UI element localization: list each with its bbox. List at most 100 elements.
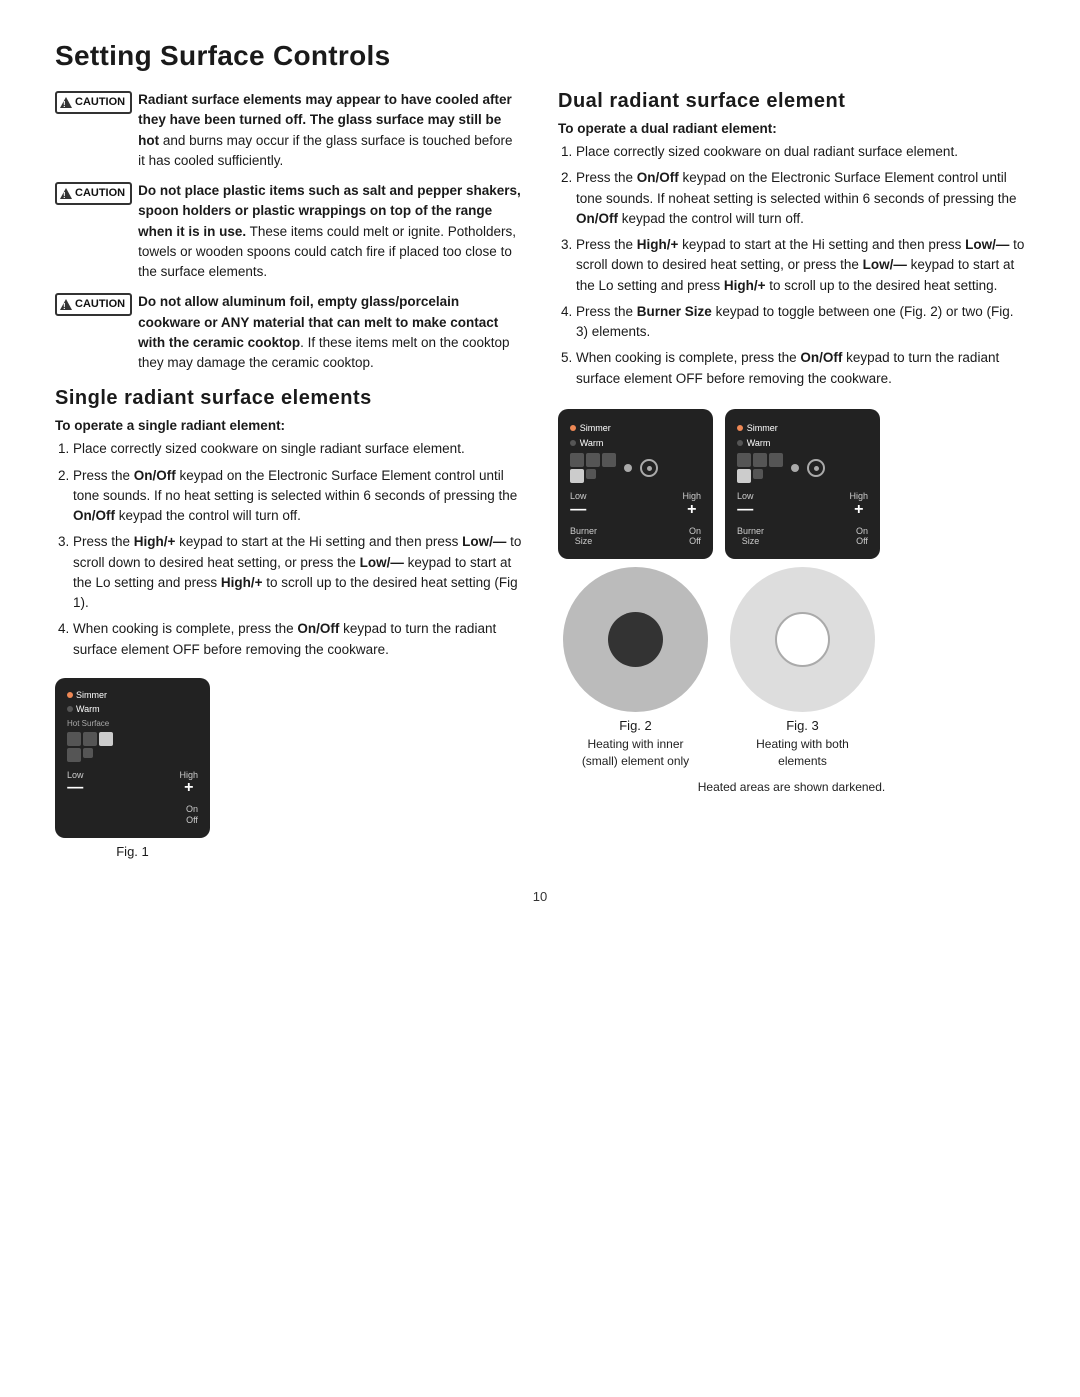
heat-sq-1 — [67, 732, 81, 746]
panel2-indicators: Simmer Warm — [570, 419, 701, 449]
warm-dot — [67, 706, 73, 712]
panel2-low-symbol: — — [570, 502, 586, 518]
dual-steps-list: Place correctly sized cookware on dual r… — [558, 142, 1025, 389]
p2-sq3 — [602, 453, 616, 467]
p2-sq5 — [586, 469, 596, 479]
warning-triangle-icon-3 — [60, 299, 72, 310]
high-symbol: + — [184, 780, 193, 796]
panel-bottom-row: OnOff — [67, 804, 198, 826]
panel3-burner-size-label: BurnerSize — [737, 526, 764, 548]
single-subheader: To operate a single radiant element: — [55, 418, 522, 433]
panel3-high-symbol: + — [854, 502, 863, 518]
dual-step-4: Press the Burner Size keypad to toggle b… — [576, 302, 1025, 343]
page-title: Setting Surface Controls — [55, 40, 1025, 72]
panel3-burner-size-button[interactable]: BurnerSize — [737, 526, 764, 548]
panel2-heat-row — [570, 453, 701, 483]
right-column: Dual radiant surface element To operate … — [558, 90, 1025, 859]
panel3-btn-row: Low — High + — [737, 491, 868, 518]
left-column: CAUTION Radiant surface elements may app… — [55, 90, 522, 859]
control-panel-fig2: Simmer Warm — [558, 409, 713, 559]
simmer-dot-3 — [737, 425, 743, 431]
panel2-high-symbol: + — [687, 502, 696, 518]
page-number: 10 — [55, 889, 1025, 904]
warm-dot-3 — [737, 440, 743, 446]
simmer-label-3: Simmer — [747, 423, 778, 433]
simmer-dot — [67, 692, 73, 698]
heat-sq-4 — [67, 748, 81, 762]
panel-buttons-row: Low — High + — [67, 770, 198, 797]
panel3-high-button[interactable]: High + — [849, 491, 868, 518]
panel3-indicators: Simmer Warm — [737, 419, 868, 449]
caution-text-1: Radiant surface elements may appear to h… — [138, 90, 522, 171]
p2-sq4-active — [570, 469, 584, 483]
fig2-burner-circle — [563, 567, 708, 712]
p3-sq2 — [753, 453, 767, 467]
heat-squares-group — [67, 732, 113, 762]
dual-figures-area: Simmer Warm — [558, 409, 1025, 770]
low-symbol: — — [67, 780, 83, 796]
dual-step-5: When cooking is complete, press the On/O… — [576, 348, 1025, 389]
panel3-burner-dot — [791, 464, 799, 472]
panel2-burner-size-button[interactable]: BurnerSize — [570, 526, 597, 548]
p3-sq4-active — [737, 469, 751, 483]
p3-sq1 — [737, 453, 751, 467]
caution-block-3: CAUTION Do not allow aluminum foil, empt… — [55, 292, 522, 373]
panel2-low-button[interactable]: Low — — [570, 491, 587, 518]
warning-triangle-icon-2 — [60, 188, 72, 199]
panel3-high-label: High — [849, 491, 868, 502]
panel-indicators: Simmer Warm — [67, 688, 198, 717]
heat-sq-5 — [83, 748, 93, 758]
single-steps-list: Place correctly sized cookware on single… — [55, 439, 522, 660]
dual-step-1: Place correctly sized cookware on dual r… — [576, 142, 1025, 162]
caution-badge-2: CAUTION — [55, 182, 132, 205]
fig3-burner-circle — [730, 567, 875, 712]
fig1-row: Simmer Warm Hot Surface — [55, 678, 522, 859]
panel2-on-off-label: OnOff — [689, 526, 701, 548]
control-panel-fig3: Simmer Warm — [725, 409, 880, 559]
p3-sq5 — [753, 469, 763, 479]
heat-sq-3-active — [99, 732, 113, 746]
simmer-label: Simmer — [76, 688, 107, 702]
single-step-2: Press the On/Off keypad on the Electroni… — [73, 466, 522, 527]
heat-icons-row — [67, 732, 198, 762]
panel3-on-off-label: OnOff — [856, 526, 868, 548]
fig2-pair: Simmer Warm — [558, 409, 713, 770]
caution-badge-1: CAUTION — [55, 91, 132, 114]
caution-badge-3: CAUTION — [55, 293, 132, 316]
panel2-btn-row: Low — High + — [570, 491, 701, 518]
simmer-label-2: Simmer — [580, 423, 611, 433]
panel2-low-label: Low — [570, 491, 587, 502]
high-button[interactable]: High + — [179, 770, 198, 797]
on-off-button[interactable]: OnOff — [186, 804, 198, 826]
on-off-label: OnOff — [186, 804, 198, 826]
panel3-heat-group — [737, 453, 783, 483]
single-step-4: When cooking is complete, press the On/O… — [73, 619, 522, 660]
single-step-3: Press the High/+ keypad to start at the … — [73, 532, 522, 613]
panel2-heat-group — [570, 453, 616, 483]
low-button[interactable]: Low — — [67, 770, 84, 797]
warm-label: Warm — [76, 702, 100, 716]
heated-note: Heated areas are shown darkened. — [558, 780, 1025, 794]
simmer-dot-2 — [570, 425, 576, 431]
panel3-low-button[interactable]: Low — — [737, 491, 754, 518]
panel2-bottom-row: BurnerSize OnOff — [570, 526, 701, 548]
dual-section-title: Dual radiant surface element — [558, 90, 1025, 113]
single-section-title: Single radiant surface elements — [55, 387, 522, 410]
dual-step-3: Press the High/+ keypad to start at the … — [576, 235, 1025, 296]
warm-label-3: Warm — [747, 438, 771, 448]
warning-triangle-icon — [60, 97, 72, 108]
panel3-on-off-button[interactable]: OnOff — [856, 526, 868, 548]
panel3-bottom-row: BurnerSize OnOff — [737, 526, 868, 548]
panel3-low-label: Low — [737, 491, 754, 502]
panel2-high-label: High — [682, 491, 701, 502]
panel2-high-button[interactable]: High + — [682, 491, 701, 518]
caution-text-3: Do not allow aluminum foil, empty glass/… — [138, 292, 522, 373]
fig2-desc: Heating with inner(small) element only — [582, 736, 689, 770]
fig3-pair: Simmer Warm — [725, 409, 880, 770]
panel2-burner-dot — [624, 464, 632, 472]
fig2-burner-inner — [608, 612, 663, 667]
panel3-low-symbol: — — [737, 502, 753, 518]
fig2-label: Fig. 2 — [619, 718, 652, 733]
panel2-on-off-button[interactable]: OnOff — [689, 526, 701, 548]
warm-dot-2 — [570, 440, 576, 446]
